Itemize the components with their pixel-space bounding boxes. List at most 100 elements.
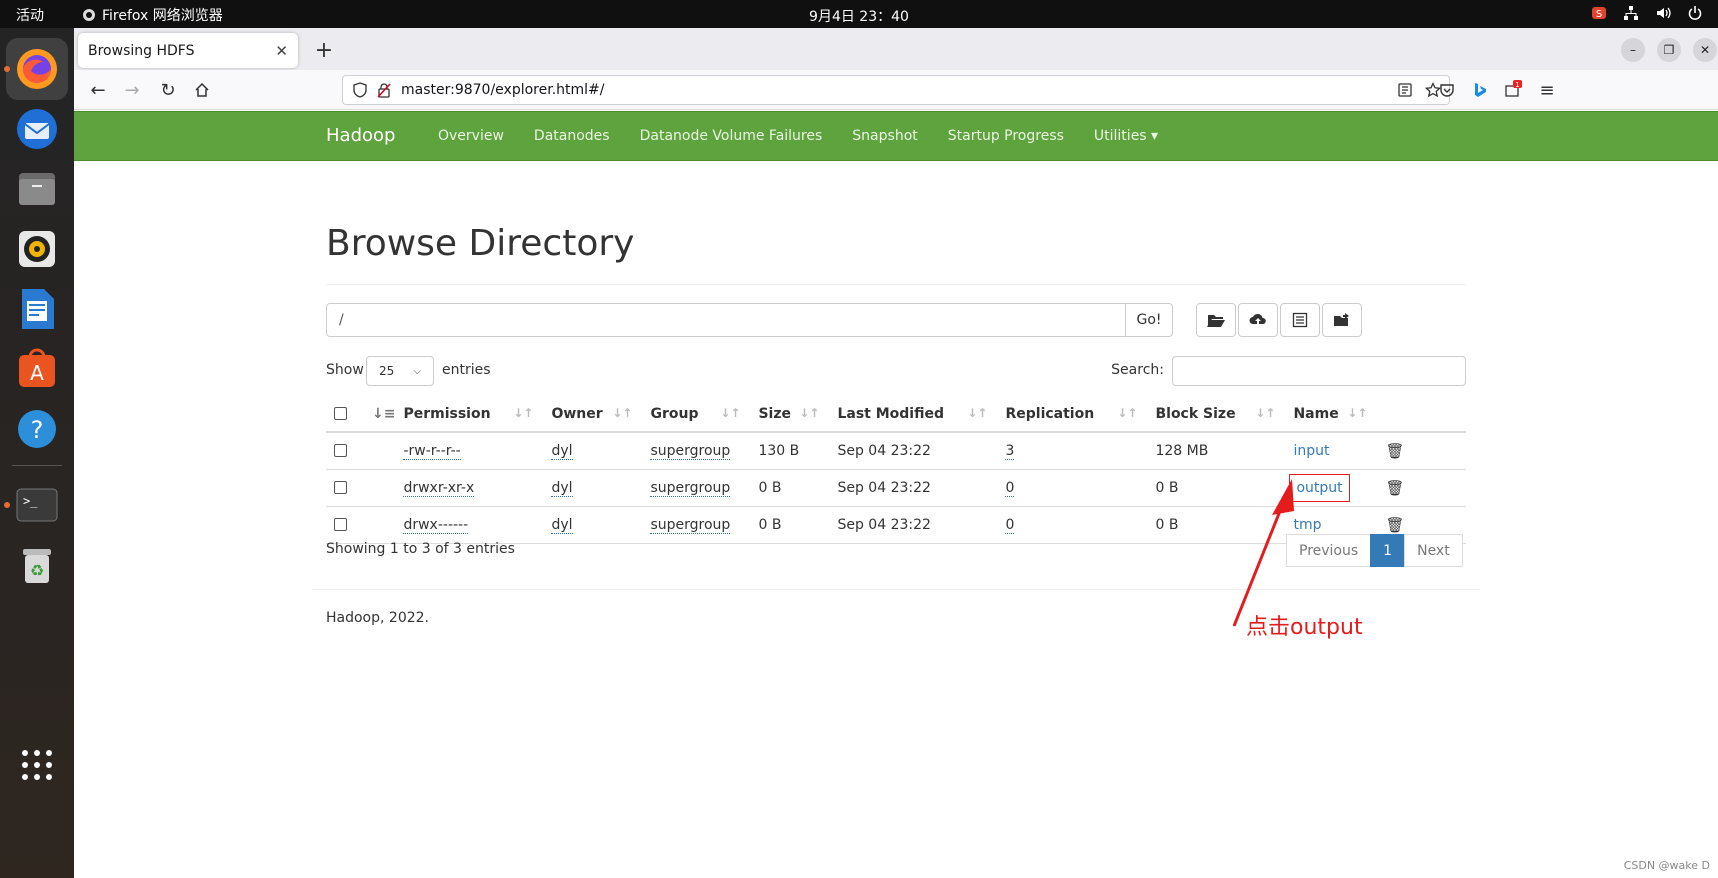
page-1-button[interactable]: 1: [1370, 534, 1406, 567]
insecure-lock-icon[interactable]: [377, 82, 391, 98]
replication-cell[interactable]: 0: [1005, 479, 1015, 497]
shield-icon[interactable]: [353, 82, 367, 98]
clock[interactable]: 9月4日 23：40: [0, 6, 1718, 26]
nav-utilities[interactable]: Utilities ▾: [1079, 128, 1173, 144]
cut-paste-button[interactable]: [1280, 303, 1320, 337]
bing-icon[interactable]: [1466, 76, 1494, 104]
owner-cell[interactable]: dyl: [551, 516, 573, 534]
upload-button[interactable]: [1238, 303, 1278, 337]
delete-icon[interactable]: 🗑: [1385, 442, 1404, 460]
thunderbird-icon: [17, 109, 57, 149]
page-title: Browse Directory: [326, 223, 635, 264]
file-link-input[interactable]: input: [1293, 443, 1329, 459]
rhythmbox-icon: [19, 231, 55, 267]
permission-cell[interactable]: drwx------: [403, 516, 469, 534]
dock-files[interactable]: [6, 158, 68, 220]
hadoop-brand[interactable]: Hadoop: [326, 125, 395, 146]
back-icon[interactable]: ←: [84, 76, 112, 104]
col-replication[interactable]: Replication ↓↑: [997, 396, 1148, 433]
tab-browsing-hdfs[interactable]: Browsing HDFS ✕: [78, 33, 298, 68]
move-button[interactable]: [1322, 303, 1362, 337]
col-size[interactable]: Size ↓↑: [750, 396, 830, 433]
search-label: Search:: [1111, 362, 1164, 378]
modified-cell: Sep 04 23:22: [829, 432, 998, 470]
reload-icon[interactable]: ↻: [154, 76, 182, 104]
running-indicator: [4, 502, 10, 508]
dock-app-grid[interactable]: [6, 734, 68, 796]
app-menu[interactable]: Firefox 网络浏览器: [82, 5, 223, 25]
group-cell[interactable]: supergroup: [650, 516, 731, 534]
svg-text:>_: >_: [23, 494, 38, 508]
tab-close-icon[interactable]: ✕: [275, 42, 288, 60]
row-select[interactable]: [326, 469, 364, 507]
pocket-icon[interactable]: [1433, 76, 1461, 104]
group-cell[interactable]: supergroup: [650, 442, 731, 460]
app-grid-icon: [22, 750, 52, 780]
url-bar[interactable]: master:9870/explorer.html#/: [342, 75, 1450, 105]
minimize-icon[interactable]: –: [1621, 38, 1645, 62]
volume-icon[interactable]: [1654, 4, 1672, 22]
row-checkbox[interactable]: [334, 518, 347, 531]
replication-cell[interactable]: 0: [1005, 516, 1015, 534]
csdn-icon[interactable]: S: [1590, 4, 1608, 22]
owner-cell[interactable]: dyl: [551, 442, 573, 460]
next-button[interactable]: Next: [1404, 534, 1463, 567]
dock-help[interactable]: ?: [6, 398, 68, 460]
sort-header[interactable]: ↓≡: [364, 396, 396, 433]
group-cell[interactable]: supergroup: [650, 479, 731, 497]
delete-icon[interactable]: 🗑: [1385, 516, 1404, 534]
nav-snapshot[interactable]: Snapshot: [837, 128, 932, 144]
nav-overview[interactable]: Overview: [423, 128, 519, 144]
nav-datanodes[interactable]: Datanodes: [519, 128, 625, 144]
reader-view-icon[interactable]: [1397, 82, 1413, 98]
col-owner[interactable]: Owner ↓↑: [543, 396, 643, 433]
dock-writer[interactable]: [6, 278, 68, 340]
col-last-modified[interactable]: Last Modified ↓↑: [829, 396, 998, 433]
new-tab-icon[interactable]: +: [310, 36, 338, 64]
col-block-size[interactable]: Block Size ↓↑: [1147, 396, 1286, 433]
permission-cell[interactable]: drwxr-xr-x: [403, 479, 475, 497]
svg-text:♻: ♻: [30, 561, 44, 580]
replication-cell[interactable]: 3: [1005, 442, 1015, 460]
network-icon[interactable]: [1622, 4, 1640, 22]
permission-cell[interactable]: -rw-r--r--: [403, 442, 461, 460]
entries-select[interactable]: 25 ⌵: [366, 356, 434, 386]
extensions-icon[interactable]: 1: [1499, 76, 1527, 104]
select-all-header[interactable]: [326, 396, 364, 433]
activities-button[interactable]: 活动: [16, 5, 44, 25]
row-select[interactable]: [326, 432, 364, 470]
size-cell: 130 B: [750, 432, 830, 470]
row-checkbox[interactable]: [334, 481, 347, 494]
select-all-checkbox[interactable]: [334, 407, 347, 420]
path-input[interactable]: /: [326, 303, 1126, 337]
restore-icon[interactable]: ❐: [1657, 38, 1681, 62]
col-permission[interactable]: Permission ↓↑: [395, 396, 544, 433]
col-group[interactable]: Group ↓↑: [642, 396, 751, 433]
sort-icon: ↓↑: [720, 406, 741, 420]
col-name[interactable]: Name ↓↑: [1285, 396, 1378, 433]
row-select[interactable]: [326, 506, 364, 544]
forward-icon[interactable]: →: [118, 76, 146, 104]
nav-startup-progress[interactable]: Startup Progress: [933, 128, 1079, 144]
dock-app-center[interactable]: A: [6, 338, 68, 400]
cloud-upload-icon: [1249, 313, 1266, 325]
owner-cell[interactable]: dyl: [551, 479, 573, 497]
sort-icon: ↓↑: [799, 406, 820, 420]
home-icon[interactable]: [188, 76, 216, 104]
dock-rhythmbox[interactable]: [6, 218, 68, 280]
dock-firefox[interactable]: [6, 38, 68, 100]
delete-icon[interactable]: 🗑: [1385, 479, 1404, 497]
dock-thunderbird[interactable]: [6, 98, 68, 160]
dock-trash[interactable]: ♻: [6, 534, 68, 596]
go-button[interactable]: Go!: [1125, 303, 1173, 337]
search-input[interactable]: [1172, 356, 1466, 386]
menu-icon[interactable]: ≡: [1533, 76, 1561, 104]
row-checkbox[interactable]: [334, 444, 347, 458]
power-icon[interactable]: [1686, 4, 1704, 22]
create-directory-button[interactable]: [1196, 303, 1236, 337]
nav-volume-failures[interactable]: Datanode Volume Failures: [625, 128, 838, 144]
help-icon: ?: [18, 410, 56, 448]
dock-terminal[interactable]: >_: [6, 474, 68, 536]
system-tray[interactable]: S: [1590, 4, 1704, 22]
window-close-icon[interactable]: ✕: [1693, 38, 1717, 62]
